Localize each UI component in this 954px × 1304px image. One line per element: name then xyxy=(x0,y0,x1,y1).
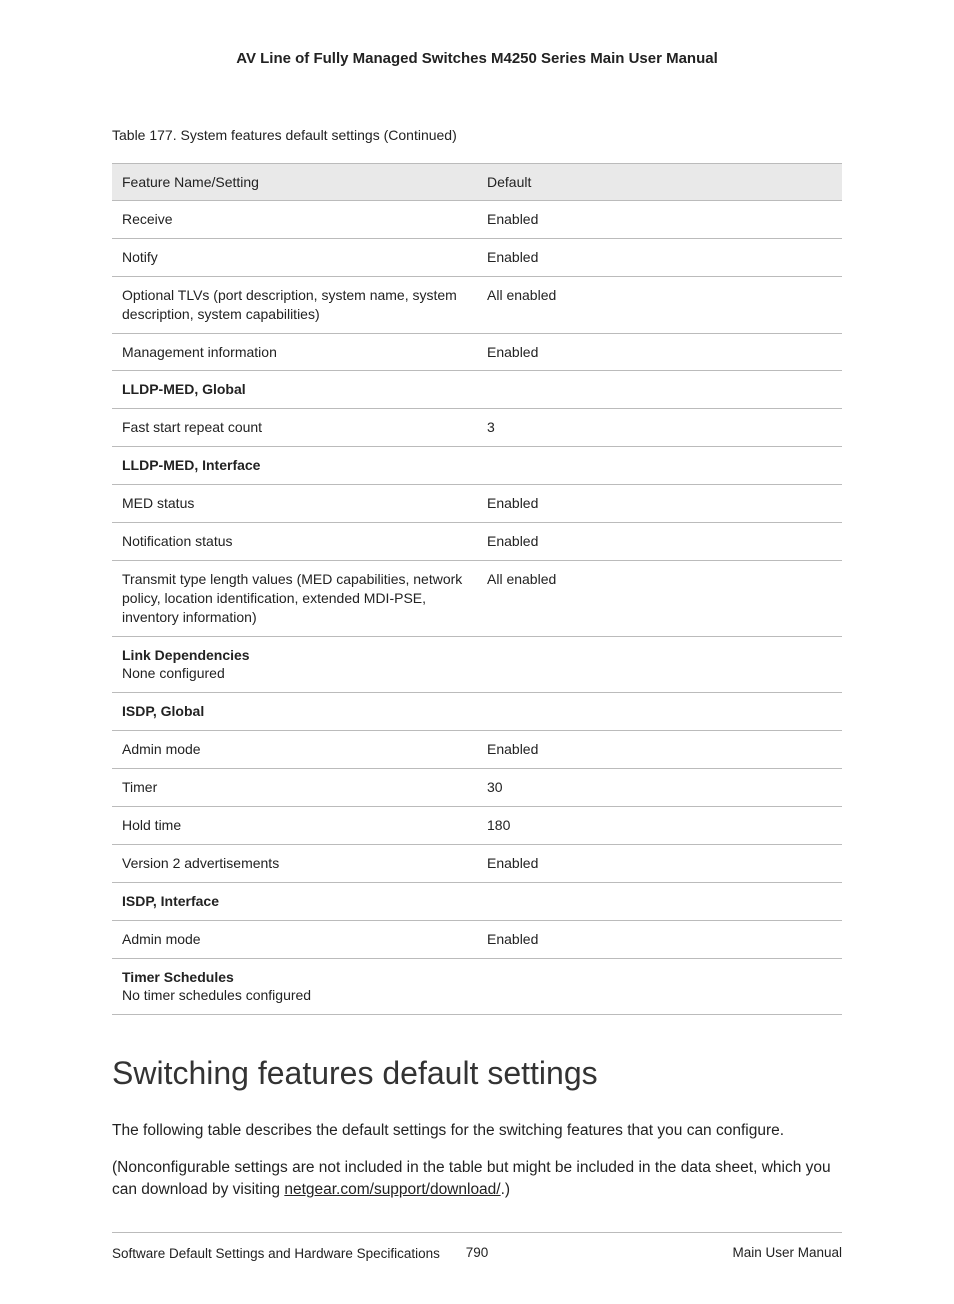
section-title: LLDP-MED, Interface xyxy=(122,457,260,473)
section-title: ISDP, Global xyxy=(122,703,204,719)
table-row: Link DependenciesNone configured xyxy=(112,636,842,693)
feature-name-cell: MED status xyxy=(112,485,477,523)
default-value-cell: Enabled xyxy=(477,731,842,769)
section-cell: ISDP, Interface xyxy=(112,882,842,920)
footer-right: Main User Manual xyxy=(508,1245,842,1264)
feature-name-cell: Admin mode xyxy=(112,731,477,769)
table-row: Hold time180 xyxy=(112,807,842,845)
table-row: Admin modeEnabled xyxy=(112,920,842,958)
default-value-cell: Enabled xyxy=(477,238,842,276)
section-heading: Switching features default settings xyxy=(112,1055,842,1092)
footer-left: Software Default Settings and Hardware S… xyxy=(112,1245,446,1264)
table-row: LLDP-MED, Interface xyxy=(112,447,842,485)
feature-name-cell: Timer xyxy=(112,769,477,807)
table-row: ISDP, Interface xyxy=(112,882,842,920)
feature-name-cell: Fast start repeat count xyxy=(112,409,477,447)
document-header: AV Line of Fully Managed Switches M4250 … xyxy=(112,50,842,67)
paragraph-note: (Nonconfigurable settings are not includ… xyxy=(112,1157,842,1202)
feature-name-cell: Notification status xyxy=(112,523,477,561)
section-cell: ISDP, Global xyxy=(112,693,842,731)
section-title: LLDP-MED, Global xyxy=(122,381,246,397)
section-subtitle: No timer schedules configured xyxy=(122,986,832,1005)
table-row: Timer SchedulesNo timer schedules config… xyxy=(112,958,842,1015)
feature-name-cell: Notify xyxy=(112,238,477,276)
table-header-feature: Feature Name/Setting xyxy=(112,164,477,201)
table-row: MED statusEnabled xyxy=(112,485,842,523)
section-subtitle: None configured xyxy=(122,664,832,683)
section-title: ISDP, Interface xyxy=(122,893,219,909)
table-row: ISDP, Global xyxy=(112,693,842,731)
table-row: Fast start repeat count3 xyxy=(112,409,842,447)
section-cell: Link DependenciesNone configured xyxy=(112,636,842,693)
table-row: Optional TLVs (port description, system … xyxy=(112,276,842,333)
feature-name-cell: Transmit type length values (MED capabil… xyxy=(112,560,477,636)
default-value-cell: 3 xyxy=(477,409,842,447)
feature-name-cell: Version 2 advertisements xyxy=(112,844,477,882)
feature-name-cell: Management information xyxy=(112,333,477,371)
feature-name-cell: Admin mode xyxy=(112,920,477,958)
section-cell: Timer SchedulesNo timer schedules config… xyxy=(112,958,842,1015)
paragraph-intro: The following table describes the defaul… xyxy=(112,1120,842,1142)
table-row: NotifyEnabled xyxy=(112,238,842,276)
default-value-cell: Enabled xyxy=(477,920,842,958)
download-link[interactable]: netgear.com/support/download/ xyxy=(284,1181,500,1198)
section-title: Link Dependencies xyxy=(122,647,250,663)
table-row: Version 2 advertisementsEnabled xyxy=(112,844,842,882)
default-value-cell: All enabled xyxy=(477,276,842,333)
table-row: Admin modeEnabled xyxy=(112,731,842,769)
default-value-cell: 30 xyxy=(477,769,842,807)
table-row: Notification statusEnabled xyxy=(112,523,842,561)
table-row: LLDP-MED, Global xyxy=(112,371,842,409)
default-value-cell: Enabled xyxy=(477,523,842,561)
default-value-cell: Enabled xyxy=(477,485,842,523)
table-caption: Table 177. System features default setti… xyxy=(112,127,842,143)
default-value-cell: Enabled xyxy=(477,844,842,882)
section-cell: LLDP-MED, Interface xyxy=(112,447,842,485)
para2-post: .) xyxy=(501,1181,510,1198)
feature-name-cell: Hold time xyxy=(112,807,477,845)
default-value-cell: Enabled xyxy=(477,333,842,371)
table-header-default: Default xyxy=(477,164,842,201)
default-value-cell: 180 xyxy=(477,807,842,845)
section-title: Timer Schedules xyxy=(122,969,234,985)
feature-name-cell: Receive xyxy=(112,201,477,239)
page-footer: Software Default Settings and Hardware S… xyxy=(112,1233,842,1264)
feature-name-cell: Optional TLVs (port description, system … xyxy=(112,276,477,333)
settings-table: Feature Name/Setting Default ReceiveEnab… xyxy=(112,163,842,1015)
section-cell: LLDP-MED, Global xyxy=(112,371,842,409)
footer-page-number: 790 xyxy=(446,1245,509,1264)
table-row: Management informationEnabled xyxy=(112,333,842,371)
default-value-cell: Enabled xyxy=(477,201,842,239)
table-row: Timer30 xyxy=(112,769,842,807)
table-row: Transmit type length values (MED capabil… xyxy=(112,560,842,636)
default-value-cell: All enabled xyxy=(477,560,842,636)
table-row: ReceiveEnabled xyxy=(112,201,842,239)
